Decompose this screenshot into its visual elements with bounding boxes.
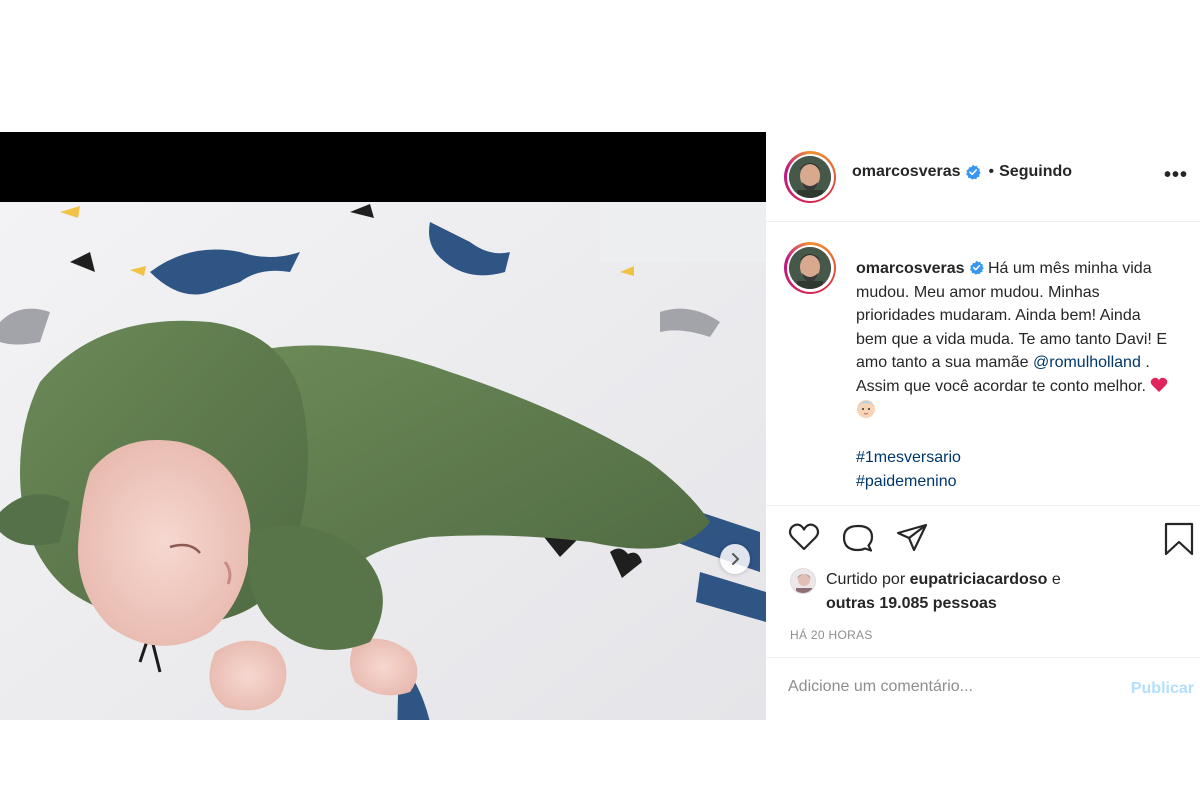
publish-button[interactable]: Publicar xyxy=(1131,680,1194,698)
profile-photo xyxy=(789,247,831,289)
author-username[interactable]: omarcosveras xyxy=(852,163,961,181)
carousel-next-button[interactable] xyxy=(720,544,750,574)
save-button[interactable] xyxy=(1164,522,1194,561)
hashtag-link[interactable]: #1mesversario xyxy=(856,446,961,470)
liked-by-text: Curtido por eupatriciacardoso e outras 1… xyxy=(826,568,1061,616)
post-header: omarcosveras • Seguindo ••• xyxy=(766,132,1200,222)
caption-section: omarcosveras Há um mês minha vida mudou.… xyxy=(766,223,1200,505)
following-button[interactable]: Seguindo xyxy=(999,163,1072,181)
comment-button[interactable] xyxy=(842,522,874,559)
liker-username[interactable]: eupatriciacardoso xyxy=(910,571,1048,588)
add-comment-section: Publicar xyxy=(766,657,1200,720)
header-separator: • xyxy=(988,163,995,180)
post-timestamp[interactable]: HÁ 20 HORAS xyxy=(790,628,873,642)
caption-avatar[interactable] xyxy=(784,242,836,294)
more-options-button[interactable]: ••• xyxy=(1164,164,1188,187)
liked-by-conjunction: e xyxy=(1051,571,1061,588)
chevron-right-icon xyxy=(732,553,740,565)
liker-avatar[interactable] xyxy=(790,568,816,594)
caption-username[interactable]: omarcosveras xyxy=(856,260,965,277)
likes-count-link[interactable]: outras 19.085 pessoas xyxy=(826,595,997,612)
bookmark-icon xyxy=(1164,522,1194,556)
heart-icon xyxy=(1151,377,1168,392)
liked-by-row: Curtido por eupatriciacardoso e outras 1… xyxy=(790,568,1061,616)
verified-badge-icon xyxy=(965,164,981,180)
baby-sleeping-photo xyxy=(0,202,766,720)
header-author: omarcosveras • Seguindo xyxy=(852,163,1072,181)
profile-photo xyxy=(789,156,831,198)
share-icon xyxy=(896,523,928,552)
post-photo[interactable] xyxy=(0,202,766,720)
liked-by-prefix: Curtido por xyxy=(826,571,906,588)
comment-icon xyxy=(842,524,874,552)
comment-input[interactable] xyxy=(788,678,1088,696)
post-sidebar: omarcosveras • Seguindo ••• omarcosveras… xyxy=(766,132,1200,720)
verified-badge-icon xyxy=(969,260,984,275)
instagram-post-page: omarcosveras • Seguindo ••• omarcosveras… xyxy=(0,0,1200,800)
baby-icon xyxy=(857,399,875,418)
hashtag-list: #1mesversario #paidemenino xyxy=(856,446,961,494)
caption-mention-link[interactable]: @romulholland xyxy=(1033,354,1141,371)
author-avatar[interactable] xyxy=(784,151,836,203)
heart-icon xyxy=(788,523,820,551)
liker-photo xyxy=(791,569,815,593)
action-bar: Curtido por eupatriciacardoso e outras 1… xyxy=(766,505,1200,657)
hashtag-link[interactable]: #paidemenino xyxy=(856,470,961,494)
caption-text: omarcosveras Há um mês minha vida mudou.… xyxy=(856,257,1176,422)
share-button[interactable] xyxy=(896,522,928,559)
post-media xyxy=(0,132,766,720)
like-button[interactable] xyxy=(788,522,820,557)
